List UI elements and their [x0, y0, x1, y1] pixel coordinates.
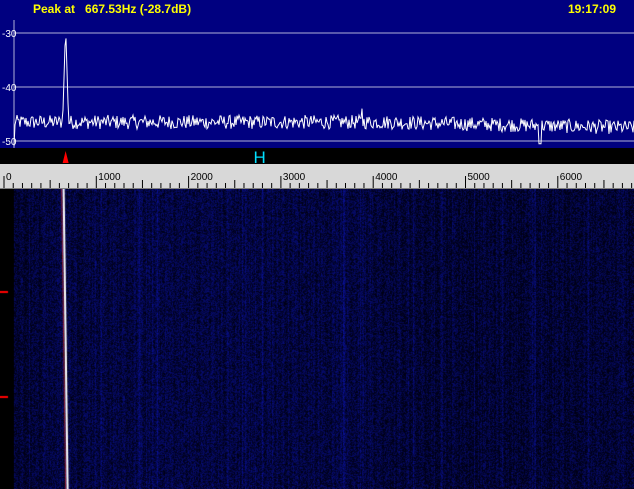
ruler-tick-label: 4000 — [375, 172, 398, 183]
ruler-tick-label: 2000 — [191, 172, 214, 183]
db-label: -30 — [2, 29, 17, 40]
ruler-tick-label: 5000 — [468, 172, 491, 183]
frequency-ruler[interactable]: 0 1000 2000 3000 4000 5000 6000 — [0, 164, 634, 189]
waterfall-display[interactable] — [0, 189, 634, 489]
db-label: -40 — [2, 83, 17, 94]
ruler-tick-label: 0 — [6, 172, 12, 183]
clock-readout: 19:17:09 — [567, 2, 616, 16]
ruler-tick-label: 1000 — [98, 172, 121, 183]
ruler-tick-label: 6000 — [560, 172, 583, 183]
tx-frequency-marker[interactable]: H — [254, 148, 266, 164]
peak-readout: Peak at 667.53Hz (-28.7dB) — [33, 2, 192, 16]
spectrum-background — [0, 0, 634, 148]
spectrum-display[interactable]: -30-40-50 H — [0, 0, 634, 164]
ruler-tick-label: 3000 — [283, 172, 306, 183]
marker-bar[interactable] — [0, 148, 634, 164]
